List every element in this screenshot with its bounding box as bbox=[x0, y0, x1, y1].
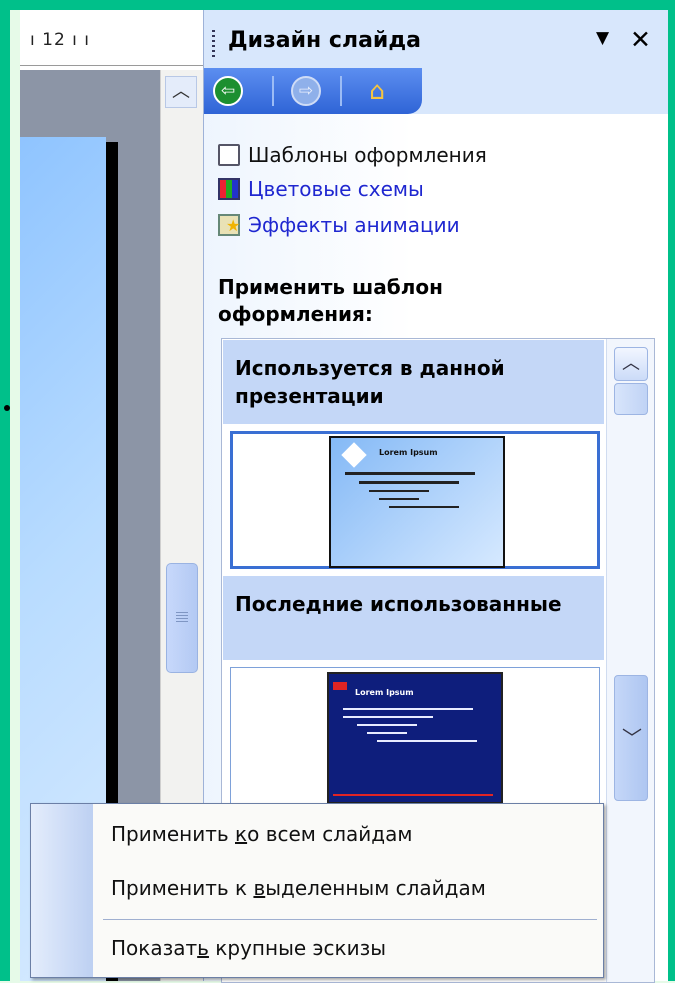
chevron-down-icon: ﹀ bbox=[622, 726, 642, 750]
ruler-line bbox=[20, 65, 205, 66]
ruler: ı 12 ı ı bbox=[20, 10, 205, 70]
ruler-label: ı 12 ı ı bbox=[30, 30, 91, 50]
nav-separator bbox=[340, 76, 342, 106]
color-scheme-icon bbox=[218, 178, 240, 200]
gallery-scroll-down-area[interactable]: ﹀ bbox=[614, 675, 648, 801]
red-accent bbox=[333, 682, 347, 690]
preview-title: Lorem Ipsum bbox=[379, 448, 438, 457]
scroll-thumb[interactable] bbox=[166, 563, 198, 673]
drag-handle-icon[interactable] bbox=[212, 30, 215, 60]
link-animation-effects[interactable]: Эффекты анимации bbox=[218, 210, 460, 240]
home-icon[interactable]: ⌂ bbox=[360, 75, 394, 107]
pane-dropdown-button[interactable]: ▼ bbox=[596, 28, 609, 48]
link-design-templates[interactable]: Шаблоны оформления bbox=[218, 140, 487, 170]
pane-nav-bar: ⇦ ⇨ ⌂ bbox=[204, 68, 422, 114]
grip-icon bbox=[176, 612, 188, 622]
section-used-in-presentation: Используется в данной презентации bbox=[223, 340, 604, 424]
pane-title-bar: Дизайн слайда ▼ ✕ bbox=[204, 10, 668, 68]
section-recently-used: Последние использованные bbox=[223, 576, 604, 660]
template-thumbnail-current[interactable]: Lorem Ipsum bbox=[230, 431, 600, 569]
nav-separator bbox=[272, 76, 274, 106]
diamond-icon bbox=[341, 442, 367, 468]
scroll-up-button[interactable]: ︿ bbox=[165, 76, 197, 108]
apply-template-heading: Применить шаблон оформления: bbox=[218, 275, 443, 326]
back-arrow-icon[interactable]: ⇦ bbox=[213, 76, 243, 106]
template-thumbnail-recent[interactable]: Lorem Ipsum bbox=[230, 667, 600, 805]
gallery-scroll-thumb[interactable] bbox=[614, 383, 648, 415]
gallery-scrollbar[interactable]: ︿ ﹀ bbox=[606, 339, 654, 982]
preview-lines bbox=[343, 708, 483, 748]
menu-icon-strip bbox=[31, 804, 93, 977]
bullet-dot bbox=[4, 405, 10, 411]
menu-separator bbox=[103, 919, 597, 920]
preview-lines bbox=[345, 472, 485, 514]
link-label: Шаблоны оформления bbox=[248, 143, 487, 167]
red-accent-line bbox=[333, 794, 493, 796]
link-color-schemes[interactable]: Цветовые схемы bbox=[218, 174, 424, 204]
template-preview: Lorem Ipsum bbox=[327, 672, 503, 804]
template-preview: Lorem Ipsum bbox=[329, 436, 505, 568]
pane-title: Дизайн слайда bbox=[228, 28, 421, 53]
design-template-icon bbox=[218, 144, 240, 166]
menu-item-apply-selected[interactable]: Применить к выделенным слайдам bbox=[111, 868, 486, 908]
context-menu: Применить ко всем слайдам Применить к вы… bbox=[30, 803, 604, 978]
animation-effects-icon bbox=[218, 214, 240, 236]
preview-title: Lorem Ipsum bbox=[355, 688, 414, 697]
forward-arrow-icon[interactable]: ⇨ bbox=[291, 76, 321, 106]
link-label: Цветовые схемы bbox=[248, 177, 424, 201]
menu-item-large-thumbnails[interactable]: Показать крупные эскизы bbox=[111, 928, 386, 968]
menu-item-apply-all[interactable]: Применить ко всем слайдам bbox=[111, 814, 412, 854]
chevron-up-icon[interactable]: ︿ bbox=[614, 347, 648, 381]
link-label: Эффекты анимации bbox=[248, 213, 460, 237]
pane-close-button[interactable]: ✕ bbox=[630, 25, 651, 54]
